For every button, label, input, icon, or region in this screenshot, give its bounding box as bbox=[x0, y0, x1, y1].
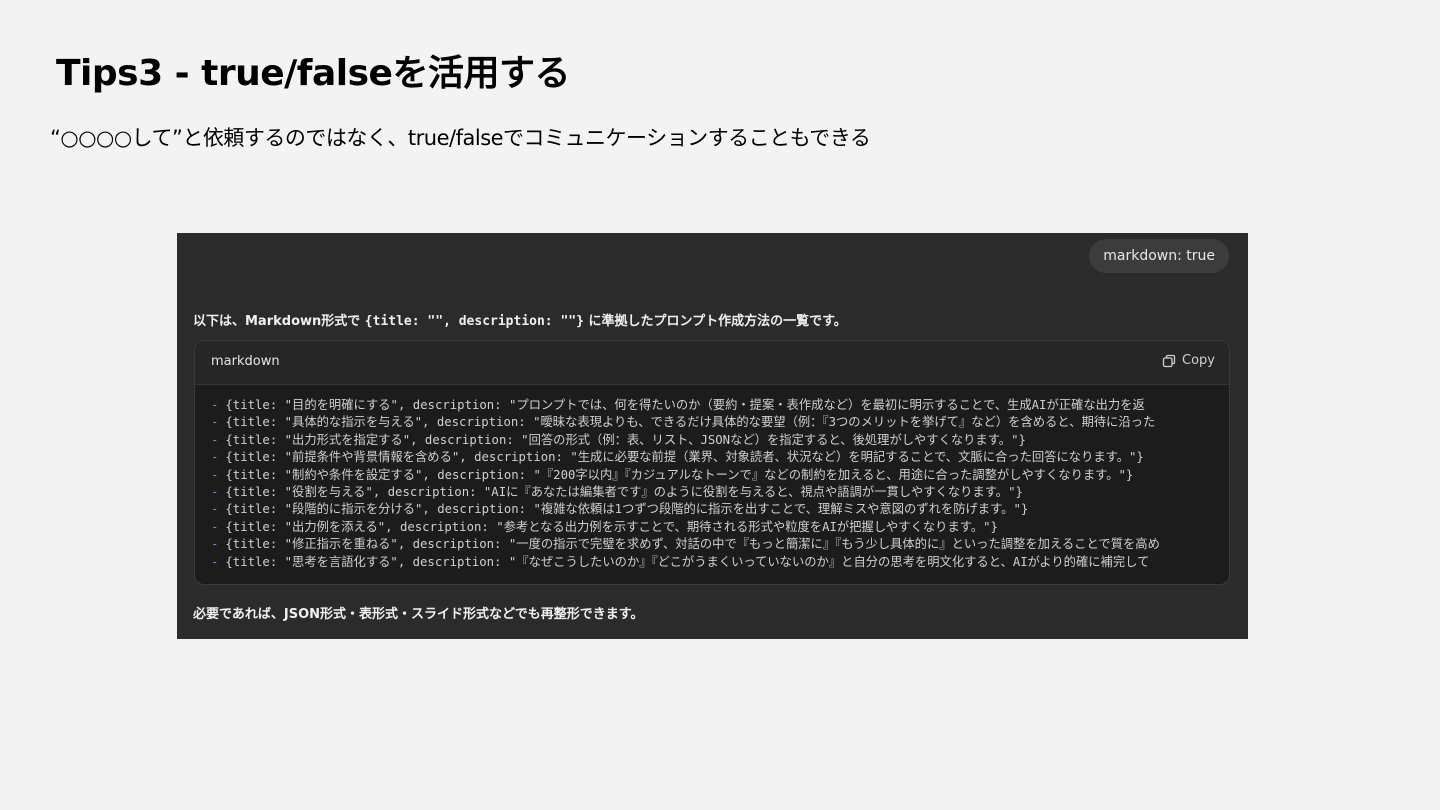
code-line: - {title: "役割を与える", description: "AIに『あなた… bbox=[211, 484, 1229, 501]
code-line-text: {title: "思考を言語化する", description: "『なぜこうし… bbox=[225, 554, 1150, 569]
assistant-intro-text: 以下は、Markdown形式で {title: "", description:… bbox=[193, 310, 847, 329]
code-line-text: {title: "役割を与える", description: "AIに『あなたは… bbox=[225, 484, 1023, 499]
inline-code: {title: "", description: ""} bbox=[364, 314, 584, 329]
list-bullet: - bbox=[211, 415, 219, 430]
code-line: - {title: "出力例を添える", description: "参考となる出… bbox=[211, 519, 1229, 536]
intro-text-before: 以下は、Markdown形式で bbox=[193, 314, 365, 329]
code-language-label: markdown bbox=[211, 354, 280, 369]
list-bullet: - bbox=[211, 450, 219, 465]
list-bullet: - bbox=[211, 537, 219, 552]
code-line-text: {title: "出力例を添える", description: "参考となる出力… bbox=[225, 519, 998, 534]
code-line-text: {title: "段階的に指示を分ける", description: "複雑な依… bbox=[225, 502, 1029, 517]
list-bullet: - bbox=[211, 502, 219, 517]
code-line-text: {title: "修正指示を重ねる", description: "一度の指示で… bbox=[225, 537, 1160, 552]
list-bullet: - bbox=[211, 554, 219, 569]
code-line: - {title: "思考を言語化する", description: "『なぜこう… bbox=[211, 554, 1229, 571]
code-block: markdown Copy - {title: "目的を明確にする", descr… bbox=[194, 340, 1230, 585]
chat-screenshot: markdown: true 以下は、Markdown形式で {title: "… bbox=[177, 233, 1248, 639]
list-bullet: - bbox=[211, 467, 219, 482]
copy-button[interactable]: Copy bbox=[1162, 353, 1215, 368]
code-line-text: {title: "目的を明確にする", description: "プロンプトで… bbox=[225, 398, 1145, 412]
user-message-bubble: markdown: true bbox=[1089, 239, 1229, 273]
code-line: - {title: "修正指示を重ねる", description: "一度の指示… bbox=[211, 536, 1229, 553]
code-line: - {title: "目的を明確にする", description: "プロンプト… bbox=[211, 397, 1229, 414]
slide-title: Tips3 - true/falseを活用する bbox=[56, 53, 570, 94]
list-bullet: - bbox=[211, 432, 219, 447]
code-line: - {title: "前提条件や背景情報を含める", description: "… bbox=[211, 449, 1229, 466]
copy-button-label: Copy bbox=[1182, 353, 1215, 368]
code-body: - {title: "目的を明確にする", description: "プロンプト… bbox=[211, 397, 1229, 571]
code-line: - {title: "制約や条件を設定する", description: "『20… bbox=[211, 467, 1229, 484]
code-line-text: {title: "出力形式を指定する", description: "回答の形式… bbox=[225, 432, 1026, 447]
code-line: - {title: "具体的な指示を与える", description: "曖昧な… bbox=[211, 414, 1229, 431]
code-line-text: {title: "前提条件や背景情報を含める", description: "生… bbox=[225, 450, 1144, 465]
code-line: - {title: "段階的に指示を分ける", description: "複雑な… bbox=[211, 501, 1229, 518]
list-bullet: - bbox=[211, 398, 219, 412]
list-bullet: - bbox=[211, 519, 219, 534]
code-block-header: markdown Copy bbox=[195, 341, 1229, 385]
code-line-text: {title: "制約や条件を設定する", description: "『200… bbox=[225, 467, 1134, 482]
assistant-outro-text: 必要であれば、JSON形式・表形式・スライド形式などでも再整形できます。 bbox=[193, 607, 644, 622]
copy-icon bbox=[1162, 354, 1176, 368]
code-line: - {title: "出力形式を指定する", description: "回答の形… bbox=[211, 432, 1229, 449]
code-line-text: {title: "具体的な指示を与える", description: "曖昧な表… bbox=[225, 415, 1156, 430]
slide-subtitle: “○○○○して”と依頼するのではなく、true/falseでコミュニケーションす… bbox=[50, 126, 871, 150]
intro-text-after: に準拠したプロンプト作成方法の一覧です。 bbox=[583, 314, 847, 329]
list-bullet: - bbox=[211, 484, 219, 499]
